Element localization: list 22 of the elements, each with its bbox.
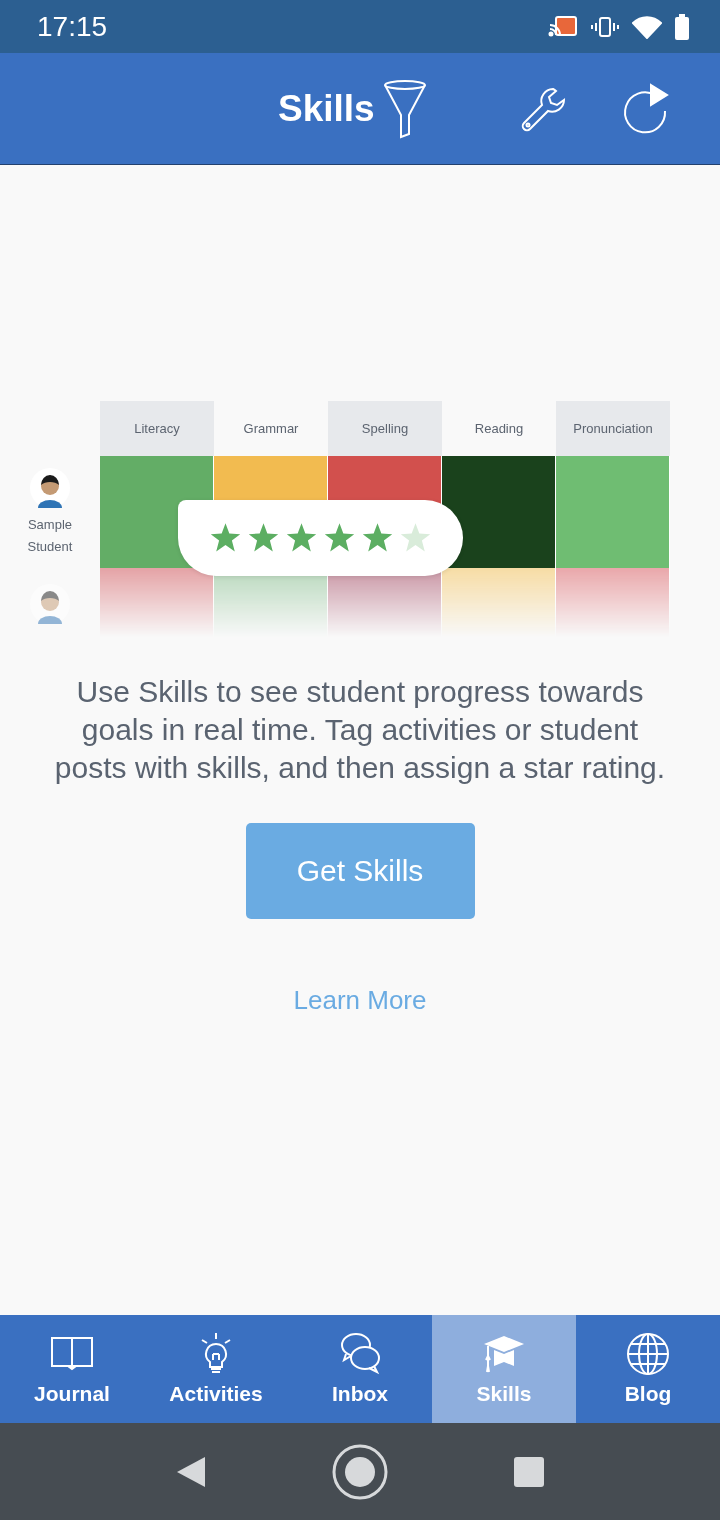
cast-icon: [548, 14, 578, 39]
nav-tab[interactable]: Blog: [576, 1315, 720, 1423]
recents-icon[interactable]: [513, 1455, 545, 1488]
vibrate-icon: [590, 14, 620, 39]
status-time: 17:15: [37, 10, 108, 43]
home-icon[interactable]: [332, 1443, 388, 1500]
column-header: Spelling: [328, 401, 442, 456]
battery-icon: [674, 12, 690, 41]
nav-tab[interactable]: Activities: [144, 1315, 288, 1423]
globe-icon: [626, 1332, 670, 1376]
avatar-icon: [30, 466, 70, 510]
column-header: Pronunciation: [556, 401, 670, 456]
student-name: Sample Student: [26, 516, 74, 556]
wifi-icon: [632, 14, 662, 39]
page-title: Skills: [278, 87, 375, 130]
back-icon[interactable]: [175, 1454, 207, 1489]
column-header: Literacy: [100, 401, 214, 456]
chat-bubbles-icon: [338, 1332, 382, 1376]
nav-tab[interactable]: Journal: [0, 1315, 144, 1423]
nav-tab[interactable]: Inbox: [288, 1315, 432, 1423]
filter-icon[interactable]: [382, 78, 427, 139]
description-text: Use Skills to see student progress towards goals in real time. Tag activities or student posts with skills, and then assign a star rating.: [54, 674, 666, 786]
